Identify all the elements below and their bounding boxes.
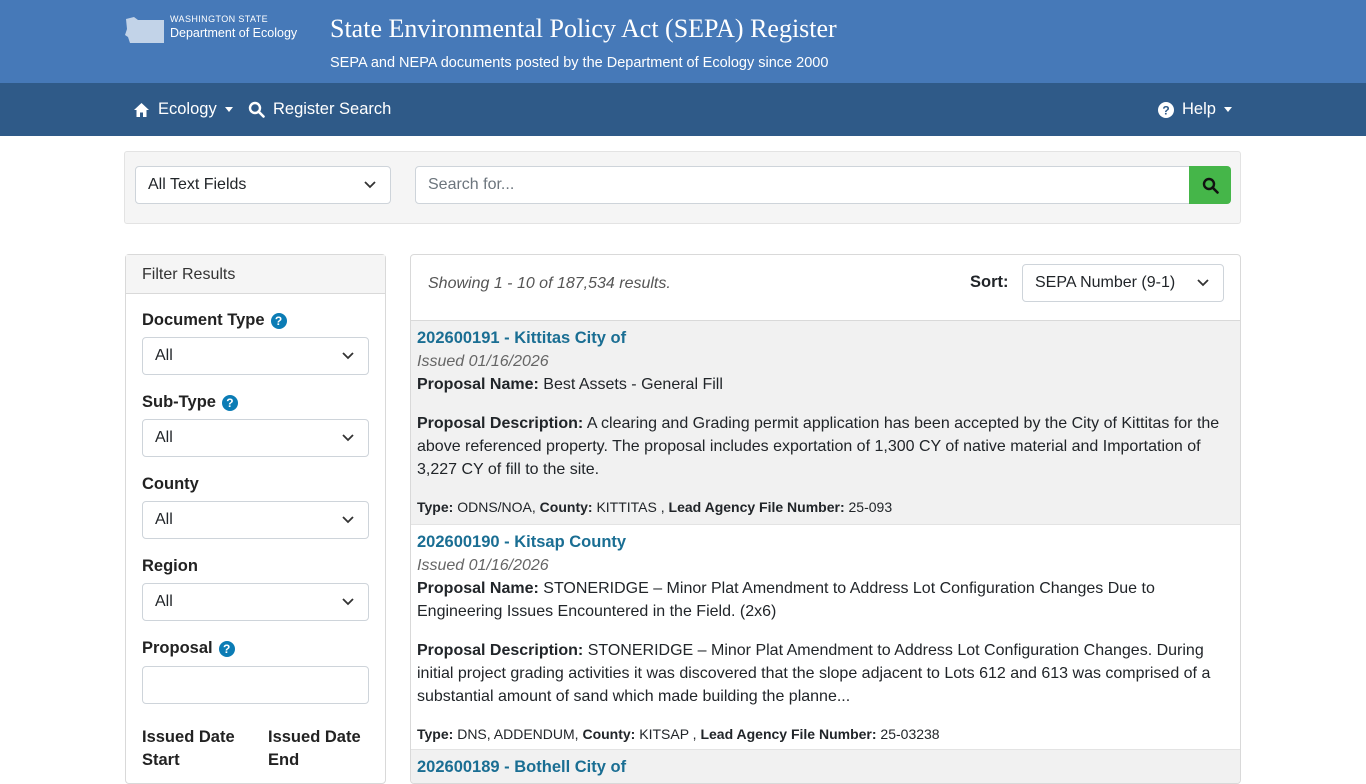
proposal-label: Proposal ? [142,639,235,658]
type-value: ODNS/NOA, [457,499,536,515]
nav-ecology-menu[interactable]: Ecology [133,83,233,136]
home-icon [134,102,149,117]
type-label: Type: [417,726,454,742]
subtype-label: Sub-Type ? [142,393,238,412]
search-input[interactable]: Search for... [415,166,1190,204]
type-value: DNS, ADDENDUM, [457,726,579,742]
document-type-label-text: Document Type [142,311,265,329]
site-banner: WASHINGTON STATE Department of Ecology S… [0,0,1366,83]
result-item: 202600190 - Kitsap County Issued 01/16/2… [411,525,1240,750]
county-meta-label: County: [582,726,636,742]
nav-help-menu[interactable]: ? Help [1158,83,1232,136]
county-meta-value: KITSAP , [639,726,697,742]
ecology-logo[interactable]: WASHINGTON STATE Department of Ecology [124,14,304,48]
proposal-label-text: Proposal [142,639,213,657]
result-meta: Type: ODNS/NOA, County: KITTITAS , Lead … [417,497,1234,517]
nav-help-label: Help [1182,100,1216,118]
search-icon [1202,177,1219,194]
results-header: Showing 1 - 10 of 187,534 results. Sort:… [411,255,1240,321]
search-input-placeholder: Search for... [428,176,515,193]
svg-text:?: ? [1162,103,1169,117]
issued-date-start-label-line1: Issued Date [142,728,235,746]
region-label: Region [142,557,198,575]
document-type-value: All [155,347,173,364]
logo-line-2: Department of Ecology [170,26,298,40]
page-subtitle: SEPA and NEPA documents posted by the De… [330,55,829,71]
file-number-value: 25-093 [848,499,893,515]
help-icon[interactable]: ? [221,394,238,411]
county-meta-value: KITTITAS , [596,499,665,515]
search-button[interactable] [1189,166,1231,204]
county-label: County [142,475,199,493]
file-number-label: Lead Agency File Number: [668,499,845,515]
nav-register-search-label: Register Search [273,100,392,118]
main-nav: Ecology Register Search ? Help [0,83,1366,136]
chevron-down-icon [342,352,354,360]
caret-down-icon [1223,107,1232,112]
result-issued-date: Issued 01/16/2026 [417,557,549,574]
chevron-down-icon [342,598,354,606]
document-type-label: Document Type ? [142,311,287,330]
results-count: Showing 1 - 10 of 187,534 results. [428,275,671,292]
sort-label: Sort: [970,273,1009,291]
subtype-select[interactable]: All [142,419,369,457]
chevron-down-icon [342,516,354,524]
result-issued-date: Issued 01/16/2026 [417,353,549,370]
result-proposal-name: Proposal Name: Best Assets - General Fil… [417,373,1234,396]
search-field-select-value: All Text Fields [148,176,247,193]
result-item: 202600191 - Kittitas City of Issued 01/1… [411,321,1240,525]
issued-date-end-label-line2: End [268,751,300,769]
search-field-select[interactable]: All Text Fields [135,166,391,204]
search-icon [248,101,265,118]
filter-panel: Filter Results Document Type ? All Sub-T… [125,254,386,784]
county-value: All [155,511,173,528]
washington-state-icon [125,17,164,43]
result-title-link[interactable]: 202600191 - Kittitas City of [417,327,1234,350]
result-title-link[interactable]: 202600190 - Kitsap County [417,531,1234,554]
issued-date-end-label-line1: Issued Date [268,728,361,746]
nav-register-search[interactable]: Register Search [248,83,391,136]
county-select[interactable]: All [142,501,369,539]
chevron-down-icon [364,181,376,189]
nav-ecology-label: Ecology [158,100,217,118]
subtype-value: All [155,429,173,446]
results-panel: Showing 1 - 10 of 187,534 results. Sort:… [410,254,1241,784]
proposal-input[interactable] [142,666,369,704]
issued-date-end-label: Issued Date End [268,726,361,772]
issued-date-start-label: Issued Date Start [142,726,235,772]
question-circle-icon: ? [1158,101,1174,118]
chevron-down-icon [342,434,354,442]
filter-heading: Filter Results [126,255,385,294]
description-label: Proposal Description: [417,415,584,432]
type-label: Type: [417,499,454,515]
result-description: Proposal Description: STONERIDGE – Minor… [417,639,1234,708]
proposal-name-label: Proposal Name: [417,376,539,393]
region-value: All [155,593,173,610]
proposal-name-value: Best Assets - General Fill [543,376,723,393]
file-number-label: Lead Agency File Number: [700,726,877,742]
region-select[interactable]: All [142,583,369,621]
description-label: Proposal Description: [417,642,584,659]
result-description: Proposal Description: A clearing and Gra… [417,412,1234,481]
file-number-value: 25-03238 [880,726,940,742]
chevron-down-icon [1197,279,1209,287]
caret-down-icon [224,107,233,112]
result-proposal-name: Proposal Name: STONERIDGE – Minor Plat A… [417,577,1234,623]
county-meta-label: County: [539,499,593,515]
logo-line-1: WASHINGTON STATE [170,14,269,24]
page-title: State Environmental Policy Act (SEPA) Re… [330,14,837,43]
help-icon[interactable]: ? [218,640,235,657]
help-icon[interactable]: ? [270,312,287,329]
proposal-name-label: Proposal Name: [417,580,539,597]
document-type-select[interactable]: All [142,337,369,375]
sort-select[interactable]: SEPA Number (9-1) [1022,264,1224,302]
result-item: 202600189 - Bothell City of [411,750,1240,783]
sort-select-value: SEPA Number (9-1) [1035,274,1176,291]
issued-date-start-label-line2: Start [142,751,180,769]
result-meta: Type: DNS, ADDENDUM, County: KITSAP , Le… [417,724,1234,744]
subtype-label-text: Sub-Type [142,393,216,411]
